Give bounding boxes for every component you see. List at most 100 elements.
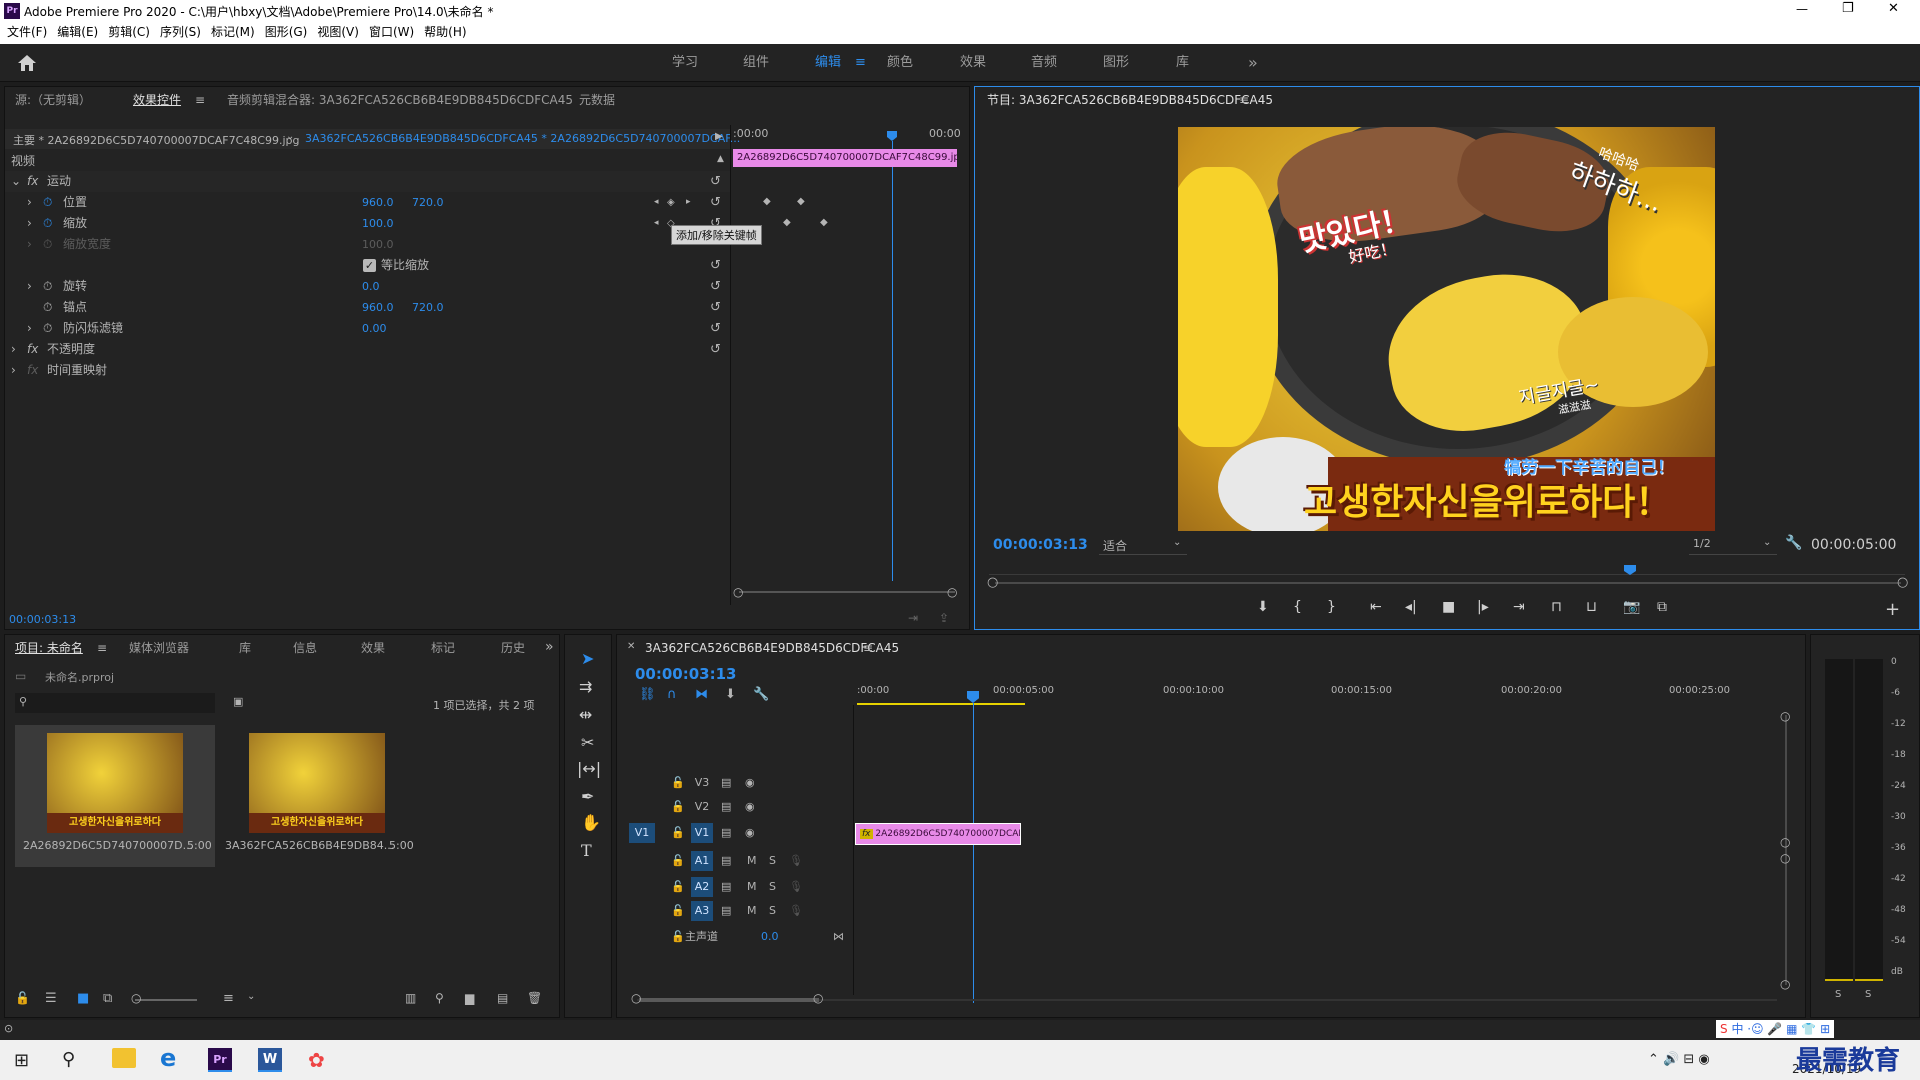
scroll-handle-icon[interactable]: ○ xyxy=(987,575,998,590)
premiere-taskbar-icon[interactable]: Pr xyxy=(208,1048,232,1072)
mark-in-icon[interactable]: { xyxy=(1293,599,1302,615)
expand-icon[interactable]: › xyxy=(11,339,16,360)
effect-controls-timecode[interactable]: 00:00:03:13 xyxy=(9,613,76,626)
ripple-edit-tool-icon[interactable]: ⇹ xyxy=(579,705,592,724)
stopwatch-icon[interactable]: ⏱ xyxy=(43,192,52,213)
slider-handle-icon[interactable]: ○ xyxy=(131,991,141,1005)
go-to-in-icon[interactable]: ⇤ xyxy=(1370,599,1382,615)
home-icon[interactable] xyxy=(18,55,36,71)
tab-markers[interactable]: 标记 xyxy=(431,635,455,661)
position-y-value[interactable]: 720.0 xyxy=(412,192,444,213)
wrench-icon[interactable]: 🔧 xyxy=(1785,535,1802,551)
track-select-tool-icon[interactable]: ⇉ xyxy=(579,677,592,696)
source-patch-v1[interactable]: V1 xyxy=(629,823,655,843)
expand-icon[interactable]: › xyxy=(11,360,16,381)
eye-icon[interactable]: ◉ xyxy=(745,821,755,845)
app-icon[interactable]: ✿ xyxy=(308,1048,325,1072)
scroll-handle-icon[interactable]: ○ xyxy=(1780,835,1790,849)
next-keyframe-icon[interactable]: ▸ xyxy=(686,192,691,213)
track-a3[interactable]: 🔓 A3 ▤ M S 🎙 xyxy=(617,899,853,923)
scroll-handle-icon[interactable]: ○ xyxy=(1780,709,1790,723)
workspace-editing[interactable]: 编辑 xyxy=(815,44,841,82)
scroll-handle-icon[interactable]: ○ xyxy=(1780,977,1790,991)
lock-icon[interactable]: 🔓 xyxy=(671,875,685,899)
close-button[interactable]: ✕ xyxy=(1888,1,1899,16)
program-video-frame[interactable]: 맛있다！ 好吃！ 하하하... 哈哈哈 지글지글~ 滋滋滋 犒劳一下辛苦的自己！… xyxy=(1178,127,1715,531)
selection-tool-icon[interactable]: ➤ xyxy=(581,649,594,668)
tab-effect-controls[interactable]: 效果控件 xyxy=(133,87,181,113)
solo-left-button[interactable]: S xyxy=(1835,989,1841,1000)
keyframe-timeline[interactable]: :00:00 00:00 2A26892D6C5D740700007DCAF7C… xyxy=(730,125,970,605)
scroll-up-icon[interactable]: ▲ xyxy=(717,154,724,164)
timeline-settings-icon[interactable]: 🔧 xyxy=(753,687,769,702)
scroll-handle-icon[interactable]: ○ xyxy=(733,585,743,599)
prev-keyframe-icon[interactable]: ◂ xyxy=(654,192,659,213)
master-volume-value[interactable]: 0.0 xyxy=(761,925,779,949)
tab-history[interactable]: 历史 xyxy=(501,635,525,661)
search-input[interactable] xyxy=(35,694,211,712)
stop-icon[interactable]: ■ xyxy=(1442,599,1455,615)
chevron-down-icon[interactable]: ⌄ xyxy=(247,991,255,1002)
menu-sequence[interactable]: 序列(S) xyxy=(155,22,206,42)
step-forward-icon[interactable]: |▸ xyxy=(1477,599,1489,615)
lift-icon[interactable]: ⊓ xyxy=(1551,599,1562,615)
new-item-icon[interactable]: ▤ xyxy=(497,991,508,1005)
scroll-handle-icon[interactable]: ○ xyxy=(631,991,641,1005)
scroll-handle-icon[interactable]: ○ xyxy=(947,585,957,599)
tab-source[interactable]: 源:（无剪辑） xyxy=(15,87,91,113)
solo-button[interactable]: S xyxy=(769,849,776,873)
go-to-out-icon[interactable]: ⇥ xyxy=(1513,599,1525,615)
panel-menu-icon[interactable]: ≡ xyxy=(1239,93,1249,107)
time-remap-effect[interactable]: › fx 时间重映射 xyxy=(5,360,730,381)
play-only-icon[interactable]: ▶ xyxy=(715,131,723,142)
pen-tool-icon[interactable]: ✒ xyxy=(581,787,594,806)
tab-libraries[interactable]: 库 xyxy=(239,635,251,661)
sync-lock-icon[interactable]: ▤ xyxy=(721,899,731,923)
add-marker-icon[interactable]: ⬇ xyxy=(725,687,736,702)
chevron-down-icon[interactable]: ⌄ xyxy=(286,131,294,142)
list-view-icon[interactable]: ☰ xyxy=(45,991,57,1006)
quality-dropdown[interactable]: 1/2 ⌄ xyxy=(1689,535,1777,555)
work-area-bar[interactable] xyxy=(857,703,1025,705)
filter-icon[interactable]: ⇥ xyxy=(908,611,918,625)
linked-selection-icon[interactable]: ⧓ xyxy=(695,687,708,702)
maximize-button[interactable]: ❐ xyxy=(1842,1,1854,16)
expand-icon[interactable]: › xyxy=(27,213,32,234)
workspace-assembly[interactable]: 组件 xyxy=(743,44,769,82)
new-bin-icon[interactable]: ▆ xyxy=(465,991,474,1005)
tab-audio-clip-mixer[interactable]: 音频剪辑混合器: 3A362FCA526CB6B4E9DB845D6CDFCA4… xyxy=(227,87,573,113)
sequence-clip-label[interactable]: 3A362FCA526CB6B4E9DB845D6CDFCA45 * 2A268… xyxy=(305,132,740,145)
sequence-tab[interactable]: 3A362FCA526CB6B4E9DB845D6CDFCA45 xyxy=(645,635,899,661)
lock-icon[interactable]: 🔓 xyxy=(671,771,685,795)
lock-icon[interactable]: 🔓 xyxy=(15,991,30,1005)
track-a1[interactable]: 🔓 A1 ▤ M S 🎙 xyxy=(617,849,853,873)
solo-button[interactable]: S xyxy=(769,875,776,899)
delete-icon[interactable]: 🗑 xyxy=(527,991,542,1005)
compare-icon[interactable]: ⧉ xyxy=(1657,599,1667,615)
extract-icon[interactable]: ⊔ xyxy=(1586,599,1597,615)
reset-uniform-icon[interactable]: ↺ xyxy=(710,255,721,276)
expand-icon[interactable]: ⌄ xyxy=(11,171,21,192)
mark-out-icon[interactable]: } xyxy=(1327,599,1336,615)
stopwatch-icon[interactable]: ⏱ xyxy=(43,276,52,297)
expand-icon[interactable]: › xyxy=(27,192,32,213)
stopwatch-icon[interactable]: ⏱ xyxy=(43,318,52,339)
menu-help[interactable]: 帮助(H) xyxy=(419,22,471,42)
tab-media-browser[interactable]: 媒体浏览器 xyxy=(129,635,189,661)
mute-button[interactable]: M xyxy=(747,875,757,899)
workspace-audio[interactable]: 音频 xyxy=(1031,44,1057,82)
microphone-icon[interactable]: 🎙 xyxy=(789,875,803,899)
timeline-timecode[interactable]: 00:00:03:13 xyxy=(635,665,737,683)
keyframe-icon[interactable]: ◆ xyxy=(783,217,791,228)
track-a2[interactable]: 🔓 A2 ▤ M S 🎙 xyxy=(617,875,853,899)
opacity-effect[interactable]: › fx 不透明度 ↺ xyxy=(5,339,730,360)
lock-icon[interactable]: 🔓 xyxy=(671,821,685,845)
keyframe-icon[interactable]: ◆ xyxy=(820,217,828,228)
camera-icon[interactable]: 📷 xyxy=(1623,599,1640,615)
panel-menu-icon[interactable]: ≡ xyxy=(97,641,107,655)
workspace-libraries[interactable]: 库 xyxy=(1176,44,1189,82)
menu-graphics[interactable]: 图形(G) xyxy=(260,22,313,42)
eye-icon[interactable]: ◉ xyxy=(745,771,755,795)
search-box[interactable]: ⚲ xyxy=(15,693,215,713)
sync-lock-icon[interactable]: ▤ xyxy=(721,875,731,899)
